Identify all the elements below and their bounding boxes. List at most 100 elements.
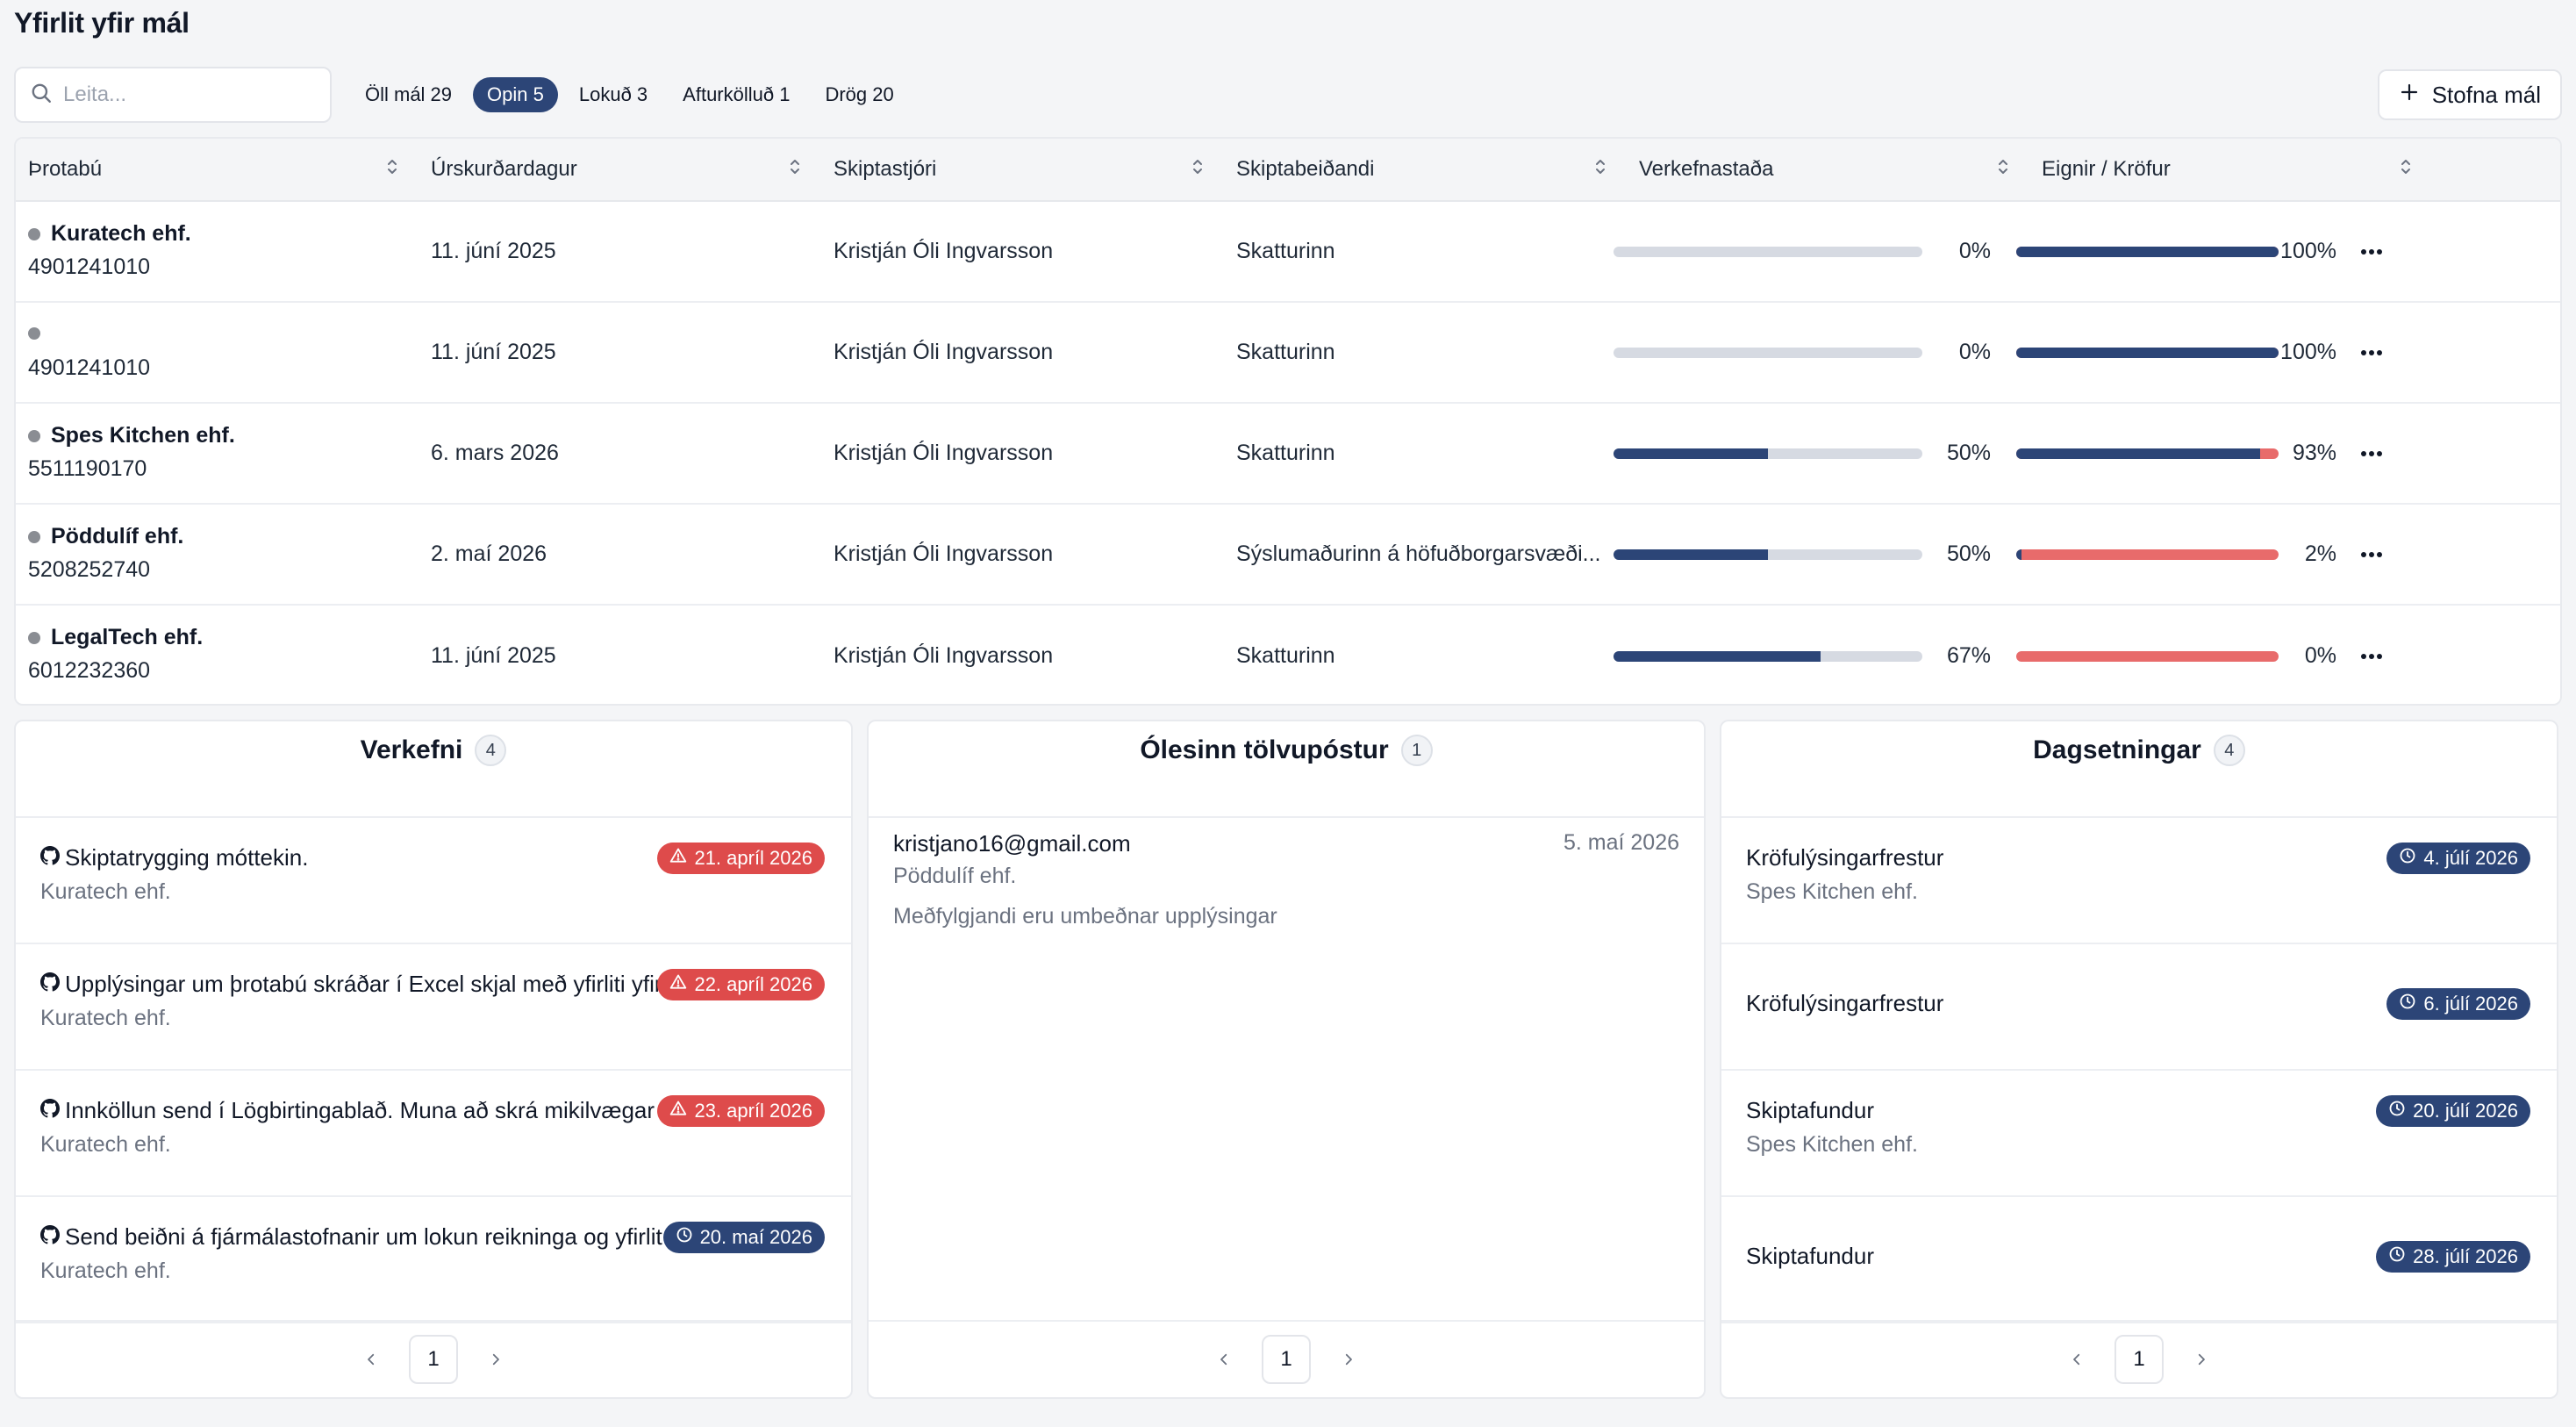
task-item[interactable]: Send beiðni á fjármálastofnanir um lokun…	[16, 1197, 851, 1323]
assets-claims-progress: 100%	[2004, 239, 2336, 264]
sort-icon[interactable]	[385, 157, 399, 183]
tasks-panel: Verkefni 4 Skiptatrygging móttekin. Kura…	[14, 720, 853, 1399]
toolbar: Öll mál 29 Opin 5 Lokuð 3 Afturkölluð 1 …	[14, 67, 2562, 123]
task-progress-label: 0%	[1958, 340, 1991, 364]
sort-icon[interactable]	[788, 157, 802, 183]
email-estate: Pöddulíf ehf.	[893, 864, 1017, 888]
administrator: Kristján Óli Ingvarsson	[834, 441, 1054, 465]
ruling-date: 11. júní 2025	[431, 643, 556, 668]
email-preview: Meðfylgjandi eru umbeðnar upplýsingar	[893, 904, 1277, 929]
date-item[interactable]: Skiptafundur Spes Kitchen ehf. 20. júlí …	[1721, 1071, 2557, 1197]
warning-triangle-icon	[669, 973, 687, 996]
due-date: 21. apríl 2026	[694, 847, 812, 869]
panel-header: Dagsetningar 4	[1721, 721, 2557, 818]
date-estate: Spes Kitchen ehf.	[1746, 1132, 1918, 1157]
date-item[interactable]: Skiptafundur 28. júlí 2026	[1721, 1197, 2557, 1323]
petitioner: Sýslumaðurinn á höfuðborgarsvæði...	[1236, 541, 1601, 566]
assets-claims-bar	[2016, 549, 2279, 560]
table-row[interactable]: Pöddulíf ehf. 5208252740 2. maí 2026 Kri…	[16, 505, 2560, 606]
date-badge: 6. júlí 2026	[2386, 988, 2530, 1020]
estate-id: 4901241010	[28, 355, 151, 380]
chevron-left-icon[interactable]	[1216, 1352, 1232, 1367]
github-icon	[40, 1223, 61, 1251]
estate-name[interactable]: Pöddulíf ehf.	[51, 524, 183, 549]
more-horizontal-icon[interactable]	[2336, 248, 2407, 255]
filter-chip-withdrawn[interactable]: Afturkölluð 1	[669, 77, 804, 112]
column-header-administrator[interactable]: Skiptastjóri	[821, 139, 1224, 200]
more-horizontal-icon[interactable]	[2336, 349, 2407, 356]
sort-icon[interactable]	[1191, 157, 1205, 183]
chevron-left-icon[interactable]	[363, 1352, 379, 1367]
table-row[interactable]: LegalTech ehf. 6012232360 11. júní 2025 …	[16, 606, 2560, 704]
task-title: Skiptatrygging móttekin.	[65, 844, 309, 871]
filter-chip-closed[interactable]: Lokuð 3	[565, 77, 662, 112]
assets-claims-label: 100%	[2280, 239, 2336, 263]
page-number[interactable]: 1	[2114, 1335, 2164, 1384]
page-number[interactable]: 1	[1262, 1335, 1311, 1384]
create-case-label: Stofna mál	[2431, 81, 2541, 108]
filter-chip-all[interactable]: Öll mál 29	[351, 77, 466, 112]
dates-panel: Dagsetningar 4 Kröfulýsingarfrestur Spes…	[1720, 720, 2558, 1399]
estate-name[interactable]: LegalTech ehf.	[51, 625, 203, 650]
count-badge: 4	[2213, 735, 2245, 766]
column-header-assets-claims[interactable]: Eignir / Kröfur	[2029, 139, 2432, 200]
more-horizontal-icon[interactable]	[2336, 551, 2407, 558]
column-label: Verkefnastaða	[1639, 157, 1774, 181]
create-case-button[interactable]: Stofna mál	[2377, 69, 2562, 120]
panel-title: Verkefni	[360, 735, 463, 764]
task-title: Innköllun send í Lögbirtingablað. Muna a…	[65, 1097, 655, 1123]
chevron-right-icon[interactable]	[2193, 1352, 2209, 1367]
sort-icon[interactable]	[2399, 157, 2413, 183]
status-dot	[28, 530, 40, 543]
table-row[interactable]: 4901241010 11. júní 2025 Kristján Óli In…	[16, 303, 2560, 404]
task-item[interactable]: Innköllun send í Lögbirtingablað. Muna a…	[16, 1071, 851, 1197]
due-date-badge: 23. apríl 2026	[657, 1095, 825, 1127]
more-horizontal-icon[interactable]	[2336, 450, 2407, 457]
due-date-badge: 21. apríl 2026	[657, 843, 825, 874]
github-icon	[40, 1097, 61, 1124]
email-date: 5. maí 2026	[1563, 830, 1679, 855]
estate-cell: Spes Kitchen ehf. 5511190170	[16, 404, 419, 503]
task-progress: 50%	[1601, 441, 2004, 466]
column-header-ruling-date[interactable]: Úrskurðardagur	[419, 139, 821, 200]
search-input[interactable]	[63, 82, 309, 107]
chevron-right-icon[interactable]	[488, 1352, 504, 1367]
github-icon	[40, 971, 61, 998]
status-dot	[28, 429, 40, 442]
chevron-left-icon[interactable]	[2069, 1352, 2085, 1367]
estate-name[interactable]: Spes Kitchen ehf.	[51, 423, 235, 448]
ruling-date: 11. júní 2025	[431, 340, 556, 364]
task-estate: Kuratech ehf.	[40, 879, 171, 904]
filter-chip-open[interactable]: Opin 5	[473, 77, 558, 112]
column-header-petitioner[interactable]: Skiptabeiðandi	[1224, 139, 1627, 200]
date-item[interactable]: Kröfulýsingarfrestur Spes Kitchen ehf. 4…	[1721, 818, 2557, 944]
table-row[interactable]: Spes Kitchen ehf. 5511190170 6. mars 202…	[16, 404, 2560, 505]
ruling-date: 6. mars 2026	[431, 441, 559, 465]
email-item[interactable]: kristjano16@gmail.com 5. maí 2026 Pöddul…	[869, 818, 1704, 958]
table-row[interactable]: Kuratech ehf. 4901241010 11. júní 2025 K…	[16, 202, 2560, 303]
more-horizontal-icon[interactable]	[2336, 653, 2407, 660]
date-item[interactable]: Kröfulýsingarfrestur 6. júlí 2026	[1721, 944, 2557, 1071]
task-progress-bar	[1614, 246, 1922, 257]
task-progress-label: 0%	[1958, 239, 1991, 263]
status-dot	[28, 327, 40, 340]
task-estate: Kuratech ehf.	[40, 1132, 171, 1157]
clock-icon	[2399, 847, 2416, 870]
filter-chip-drafts[interactable]: Drög 20	[811, 77, 907, 112]
chevron-right-icon[interactable]	[1341, 1352, 1356, 1367]
page-title: Yfirlit yfir mál	[14, 7, 190, 39]
sort-icon[interactable]	[1593, 157, 1607, 183]
estate-name[interactable]: Kuratech ehf.	[51, 221, 191, 247]
column-header-task-status[interactable]: Verkefnastaða	[1627, 139, 2029, 200]
column-label: Eignir / Kröfur	[2042, 157, 2171, 181]
estate-id: 5208252740	[28, 557, 151, 582]
column-header-estate[interactable]: Þrotabú	[16, 139, 419, 200]
task-item[interactable]: Skiptatrygging móttekin. Kuratech ehf. 2…	[16, 818, 851, 944]
sort-icon[interactable]	[1996, 157, 2010, 183]
date-title: Kröfulýsingarfrestur	[1746, 844, 1944, 871]
search-icon	[30, 82, 53, 109]
assets-claims-bar	[2016, 347, 2279, 358]
page-number[interactable]: 1	[409, 1335, 458, 1384]
task-item[interactable]: Upplýsingar um þrotabú skráðar í Excel s…	[16, 944, 851, 1071]
search-box[interactable]	[14, 67, 332, 123]
